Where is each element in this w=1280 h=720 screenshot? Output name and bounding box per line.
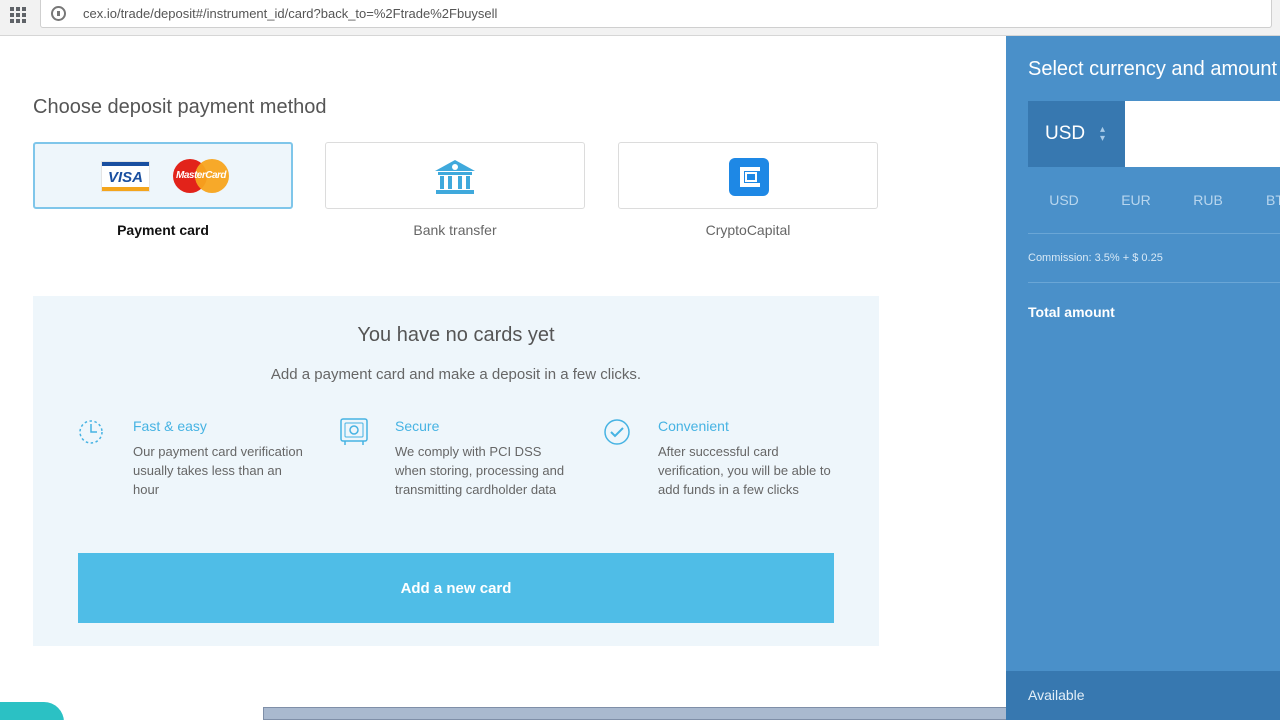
page-title: Choose deposit payment method — [33, 96, 327, 118]
currency-select-value: USD — [1045, 123, 1086, 144]
add-new-card-button[interactable]: Add a new card — [78, 553, 834, 623]
feature-title: Convenient — [658, 418, 729, 434]
divider — [1028, 282, 1280, 283]
cryptocapital-icon — [729, 158, 769, 196]
bank-icon — [435, 160, 475, 194]
method-label-bank-transfer[interactable]: Bank transfer — [325, 222, 585, 238]
chat-widget-button[interactable] — [0, 702, 64, 720]
commission-text: Commission: 3.5% + $ 0.25 — [1028, 252, 1163, 264]
overlay-window-edge — [263, 707, 1012, 720]
method-label-cryptocapital[interactable]: CryptoCapital — [618, 222, 878, 238]
amount-input[interactable] — [1125, 101, 1280, 167]
currency-select[interactable]: USD ▴ ▾ — [1028, 101, 1125, 167]
currency-sidebar: Select currency and amount USD ▴ ▾ USD EU… — [1006, 36, 1280, 720]
currency-tabs: USD EUR RUB BTC — [1028, 192, 1280, 208]
tab-rub[interactable]: RUB — [1172, 192, 1244, 208]
clock-icon — [79, 420, 103, 444]
feature-text: After successful card verification, you … — [658, 444, 831, 497]
url-bar[interactable]: cex.io/trade/deposit#/instrument_id/card… — [40, 0, 1272, 28]
tab-usd[interactable]: USD — [1028, 192, 1100, 208]
tab-eur[interactable]: EUR — [1100, 192, 1172, 208]
check-circle-icon — [604, 419, 630, 445]
method-bank-transfer[interactable] — [325, 142, 585, 209]
feature-text: Our payment card verification usually ta… — [133, 444, 303, 497]
feature-text: We comply with PCI DSS when storing, pro… — [395, 444, 565, 497]
apps-grid-icon[interactable] — [10, 7, 26, 23]
url-text[interactable]: cex.io/trade/deposit#/instrument_id/card… — [83, 6, 497, 21]
sidebar-title: Select currency and amount — [1028, 58, 1278, 80]
total-amount-label: Total amount — [1028, 304, 1115, 320]
method-label-payment-card[interactable]: Payment card — [33, 222, 293, 238]
browser-address-bar: cex.io/trade/deposit#/instrument_id/card… — [0, 0, 1280, 36]
safe-icon — [340, 418, 368, 445]
feature-title: Secure — [395, 418, 440, 434]
method-payment-card[interactable]: VISA MasterCard — [33, 142, 293, 209]
available-bar: Available — [1006, 671, 1280, 720]
mastercard-logo: MasterCard — [173, 159, 229, 193]
tab-btc[interactable]: BTC — [1244, 192, 1280, 208]
site-info-icon[interactable] — [51, 6, 66, 21]
available-label: Available — [1028, 687, 1085, 703]
no-cards-panel: You have no cards yet Add a payment card… — [33, 296, 879, 646]
sort-arrows-icon: ▴ ▾ — [1100, 124, 1106, 144]
divider — [1028, 233, 1280, 234]
visa-logo: VISA — [101, 161, 150, 192]
no-cards-title: You have no cards yet — [357, 324, 555, 346]
no-cards-subtitle: Add a payment card and make a deposit in… — [270, 366, 642, 383]
method-cryptocapital[interactable] — [618, 142, 878, 209]
feature-title: Fast & easy — [133, 418, 207, 434]
